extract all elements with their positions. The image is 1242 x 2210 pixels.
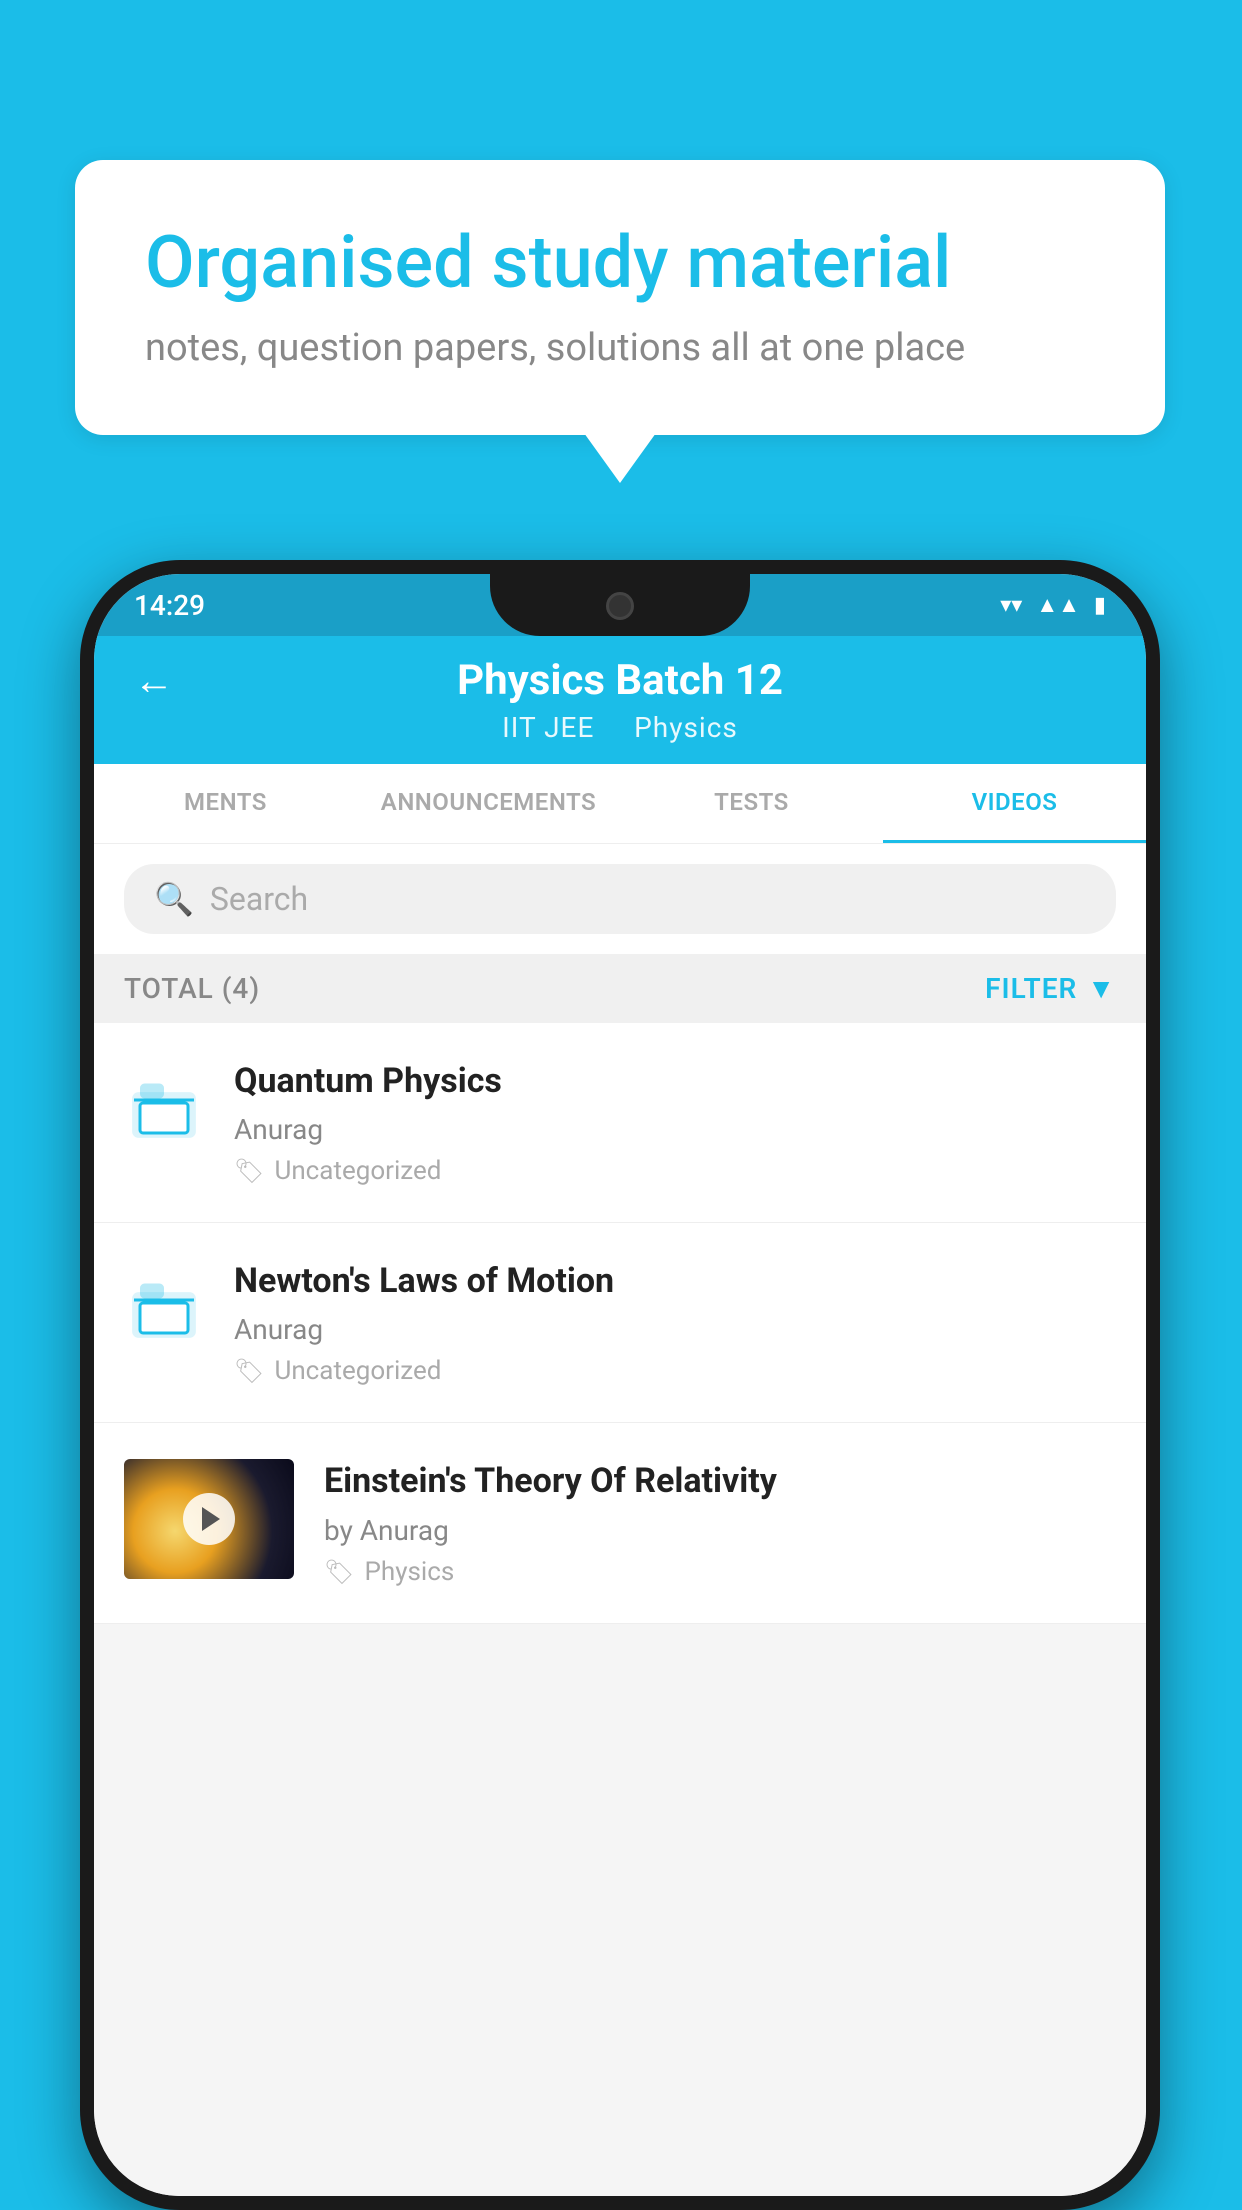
status-time: 14:29 [134, 589, 205, 622]
app-header: ← Physics Batch 12 IIT JEE Physics [94, 636, 1146, 764]
search-input-wrapper[interactable]: 🔍 Search [124, 864, 1116, 934]
list-item[interactable]: Quantum Physics Anurag 🏷 Uncategorized [94, 1023, 1146, 1223]
video-author: Anurag [234, 1113, 1116, 1146]
video-tag: 🏷 Uncategorized [234, 1156, 1116, 1186]
phone-screen: 14:29 ▾▾ ▲▲ ▮ ← Physics Batch 12 IIT JEE… [94, 574, 1146, 2196]
tag-icon: 🏷 [234, 1157, 264, 1185]
video-tag: 🏷 Uncategorized [234, 1356, 1116, 1386]
filter-icon: ▼ [1087, 972, 1116, 1005]
total-count: TOTAL (4) [124, 972, 260, 1005]
header-subtitle-iitjee: IIT JEE [502, 711, 594, 744]
speech-bubble: Organised study material notes, question… [75, 160, 1165, 435]
status-icons: ▾▾ ▲▲ ▮ [1000, 592, 1106, 618]
tag-text: Uncategorized [274, 1156, 441, 1186]
filter-button[interactable]: FILTER ▼ [985, 972, 1116, 1005]
video-title: Quantum Physics [234, 1059, 1116, 1103]
video-list: Quantum Physics Anurag 🏷 Uncategorized [94, 1023, 1146, 1624]
bubble-subtitle: notes, question papers, solutions all at… [145, 326, 1095, 370]
header-subtitle-physics: Physics [634, 711, 738, 744]
tab-ments[interactable]: MENTS [94, 764, 357, 843]
video-author: Anurag [234, 1313, 1116, 1346]
wifi-icon: ▾▾ [1000, 593, 1022, 618]
header-row: ← Physics Batch 12 [94, 656, 1146, 705]
tag-text: Physics [364, 1557, 454, 1587]
search-icon: 🔍 [154, 880, 194, 918]
video-title: Einstein's Theory Of Relativity [324, 1459, 1116, 1503]
header-title: Physics Batch 12 [134, 656, 1106, 705]
filter-label: FILTER [985, 972, 1077, 1005]
video-info: Einstein's Theory Of Relativity by Anura… [324, 1459, 1116, 1586]
bubble-title: Organised study material [145, 220, 1095, 306]
folder-icon [124, 1269, 204, 1349]
phone-notch [490, 574, 750, 636]
battery-icon: ▮ [1094, 593, 1106, 618]
list-item[interactable]: Einstein's Theory Of Relativity by Anura… [94, 1423, 1146, 1623]
list-item[interactable]: Newton's Laws of Motion Anurag 🏷 Uncateg… [94, 1223, 1146, 1423]
phone-frame: 14:29 ▾▾ ▲▲ ▮ ← Physics Batch 12 IIT JEE… [80, 560, 1160, 2210]
back-button[interactable]: ← [134, 657, 174, 704]
video-thumbnail [124, 1459, 294, 1579]
header-subtitle: IIT JEE Physics [502, 711, 738, 744]
folder-icon [124, 1069, 204, 1149]
search-placeholder: Search [210, 880, 308, 918]
front-camera [606, 592, 634, 620]
phone-screen-content: 🔍 Search TOTAL (4) FILTER ▼ [94, 844, 1146, 2196]
video-author: by Anurag [324, 1514, 1116, 1547]
tab-videos[interactable]: VIDEOS [883, 764, 1146, 843]
play-button[interactable] [183, 1493, 235, 1545]
play-triangle-icon [202, 1507, 220, 1531]
video-title: Newton's Laws of Motion [234, 1259, 1116, 1303]
search-bar: 🔍 Search [94, 844, 1146, 954]
tab-tests[interactable]: TESTS [620, 764, 883, 843]
video-info: Quantum Physics Anurag 🏷 Uncategorized [234, 1059, 1116, 1186]
tag-icon: 🏷 [234, 1357, 264, 1385]
tag-text: Uncategorized [274, 1356, 441, 1386]
video-info: Newton's Laws of Motion Anurag 🏷 Uncateg… [234, 1259, 1116, 1386]
video-tag: 🏷 Physics [324, 1557, 1116, 1587]
tab-announcements[interactable]: ANNOUNCEMENTS [357, 764, 620, 843]
tag-icon: 🏷 [324, 1558, 354, 1586]
tab-bar: MENTS ANNOUNCEMENTS TESTS VIDEOS [94, 764, 1146, 844]
signal-icon: ▲▲ [1036, 592, 1080, 618]
filter-bar: TOTAL (4) FILTER ▼ [94, 954, 1146, 1023]
